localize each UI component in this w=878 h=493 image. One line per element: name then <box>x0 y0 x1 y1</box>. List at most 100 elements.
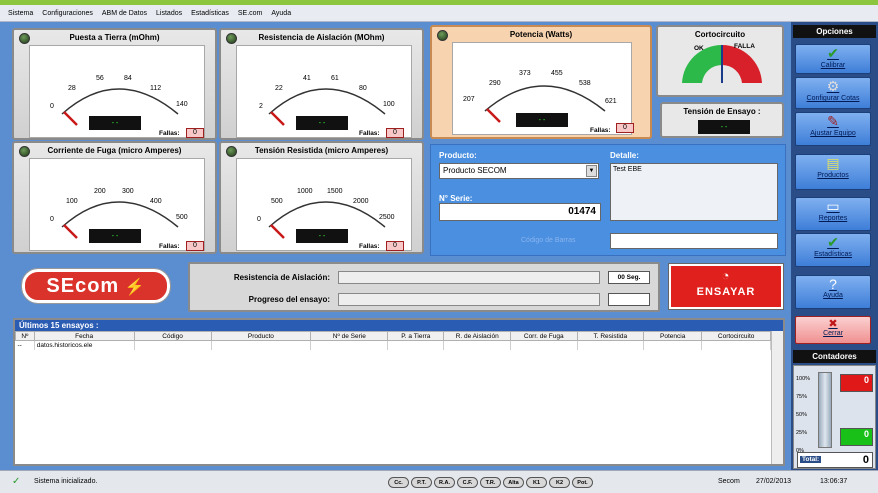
cell <box>643 340 703 350</box>
menu-estadisticas[interactable]: Estadísticas <box>191 10 229 17</box>
fallas-counter: 0 <box>386 241 404 251</box>
configurar-label: Configurar Cotas <box>806 95 860 102</box>
menu-sistema[interactable]: Sistema <box>8 10 33 17</box>
calibrar-label: Calibrar <box>820 62 846 69</box>
aislacion-progress-bar <box>338 271 600 284</box>
status-date: 27/02/2013 <box>756 478 792 485</box>
menu-bar: Sistema Configuraciones ABM de Datos Lis… <box>0 5 878 22</box>
tick-label: 2500 <box>379 214 395 221</box>
close-icon: ✖ <box>828 318 838 330</box>
reportes-button[interactable]: ▭ Reportes <box>795 197 871 231</box>
good-counter: 0 <box>840 428 873 446</box>
tick-label: 621 <box>605 98 617 105</box>
col-potencia[interactable]: Potencia <box>643 331 703 341</box>
ok-label: OK <box>694 45 704 52</box>
status-bar: ✓ Sistema inicializado. Cc. P.T. R.A. C.F. T… <box>0 470 878 493</box>
tick-label: 500 <box>176 214 188 221</box>
detalle-textarea[interactable]: Test EBE <box>610 163 778 221</box>
tension-ensayo-title: Tensión de Ensayo : <box>683 107 761 116</box>
products-icon: ▤ <box>826 155 840 171</box>
tick-label: 41 <box>303 75 311 82</box>
cell <box>387 340 445 350</box>
cell <box>443 340 511 350</box>
secom-logo: SEcom ⚡ <box>21 268 171 304</box>
col-resistida[interactable]: T. Resistida <box>576 331 645 341</box>
gauge-readout: -- <box>89 116 141 130</box>
col-fuga[interactable]: Corr. de Fuga <box>509 331 578 341</box>
cerrar-button[interactable]: ✖ Cerrar <box>795 316 871 344</box>
progress-panel: Resistencia de Aislación: 00 Seg. Progre… <box>188 262 660 312</box>
serie-label: N° Serie: <box>439 194 473 203</box>
fallas-label: Fallas: <box>359 243 380 250</box>
gauge-icon: ◔ <box>721 268 731 283</box>
lightning-icon: ⚡ <box>119 279 146 296</box>
menu-secom[interactable]: SE.com <box>238 10 263 17</box>
col-fecha[interactable]: Fecha <box>33 331 135 341</box>
status-icon: ✓ <box>12 476 21 487</box>
menu-ayuda[interactable]: Ayuda <box>271 10 291 17</box>
tick-label: 56 <box>96 75 104 82</box>
fallas-label: Fallas: <box>159 130 180 137</box>
productos-button[interactable]: ▤ Productos <box>795 154 871 190</box>
fallas-label: Fallas: <box>359 130 380 137</box>
stats-icon: ✔ <box>827 234 839 250</box>
gauge-readout: -- <box>516 113 568 127</box>
ensayar-button[interactable]: ◔ ENSAYAR <box>668 263 784 310</box>
pill-tr: T.R. <box>480 477 501 488</box>
estadisticas-button[interactable]: ✔ Estadísticas <box>795 233 871 267</box>
ayuda-button[interactable]: ? Ayuda <box>795 275 871 309</box>
scale-label: 50% <box>796 412 808 418</box>
fallas-counter: 0 <box>386 128 404 138</box>
serie-input[interactable]: 01474 <box>439 203 601 221</box>
configurar-cotas-button[interactable]: ⚙ Configurar Cotas <box>795 77 871 109</box>
scale-label: 25% <box>796 430 808 436</box>
gauge-title: Corriente de Fuga (micro Amperes) <box>47 146 182 155</box>
pill-pot: Pot. <box>572 477 593 488</box>
tick-label: 112 <box>150 85 161 92</box>
gauge-potencia: Potencia (Watts) 207 290 373 455 538 621… <box>430 25 652 139</box>
status-text: Sistema inicializado. <box>34 478 98 485</box>
tick-label: 538 <box>579 80 591 87</box>
tick-label: 207 <box>463 96 475 103</box>
col-num[interactable]: Nº <box>15 331 35 341</box>
total-value: 0 <box>862 454 869 466</box>
gauge-title: Tensión Resistida (micro Amperes) <box>254 146 389 155</box>
cortocircuito-title: Cortocircuito <box>694 30 746 39</box>
menu-listados[interactable]: Listados <box>156 10 182 17</box>
gauge-tension-resistida: Tensión Resistida (micro Amperes) 0 500 … <box>219 141 424 254</box>
tick-label: 1500 <box>327 188 343 195</box>
col-tierra[interactable]: P. a Tierra <box>387 331 445 341</box>
col-codigo[interactable]: Código <box>133 331 212 341</box>
ajustar-equipo-button[interactable]: ✎ Ajustar Equipo <box>795 112 871 146</box>
col-cortocircuito[interactable]: Cortocircuito <box>701 331 771 341</box>
table-row[interactable]: -- datos.historicos.ele <box>15 340 771 350</box>
producto-select[interactable]: Producto SECOM ▼ <box>439 163 599 179</box>
producto-label: Producto: <box>439 151 477 160</box>
tick-label: 0 <box>50 216 54 223</box>
productos-label: Productos <box>817 172 849 179</box>
history-scrollbar[interactable] <box>771 331 783 464</box>
col-serie[interactable]: Nº de Serie <box>310 331 389 341</box>
col-producto[interactable]: Producto <box>210 331 312 341</box>
logo-text: SEcom <box>46 275 120 297</box>
check-icon: ✔ <box>827 45 839 61</box>
seconds-display: 00 Seg. <box>608 271 650 284</box>
chevron-down-icon[interactable]: ▼ <box>586 165 597 177</box>
gear-icon: ⚙ <box>826 78 840 94</box>
codigo-input[interactable] <box>610 233 778 249</box>
tension-ensayo-readout: -- <box>698 120 750 134</box>
ayuda-label: Ayuda <box>823 292 843 299</box>
col-aislacion[interactable]: R. de Aislación <box>443 331 511 341</box>
gauge-readout: -- <box>296 116 348 130</box>
menu-abm-datos[interactable]: ABM de Datos <box>102 10 147 17</box>
gauge-readout: -- <box>89 229 141 243</box>
calibrar-button[interactable]: ✔ Calibrar <box>795 44 871 74</box>
reportes-label: Reportes <box>818 215 848 222</box>
detalle-label: Detalle: <box>610 151 639 160</box>
report-icon: ▭ <box>826 198 840 214</box>
menu-configuraciones[interactable]: Configuraciones <box>42 10 93 17</box>
pill-pt: P.T. <box>411 477 432 488</box>
ensayar-label: ENSAYAR <box>696 286 756 298</box>
tension-ensayo-panel: Tensión de Ensayo : -- <box>660 102 784 138</box>
estadisticas-label: Estadísticas <box>814 251 852 258</box>
